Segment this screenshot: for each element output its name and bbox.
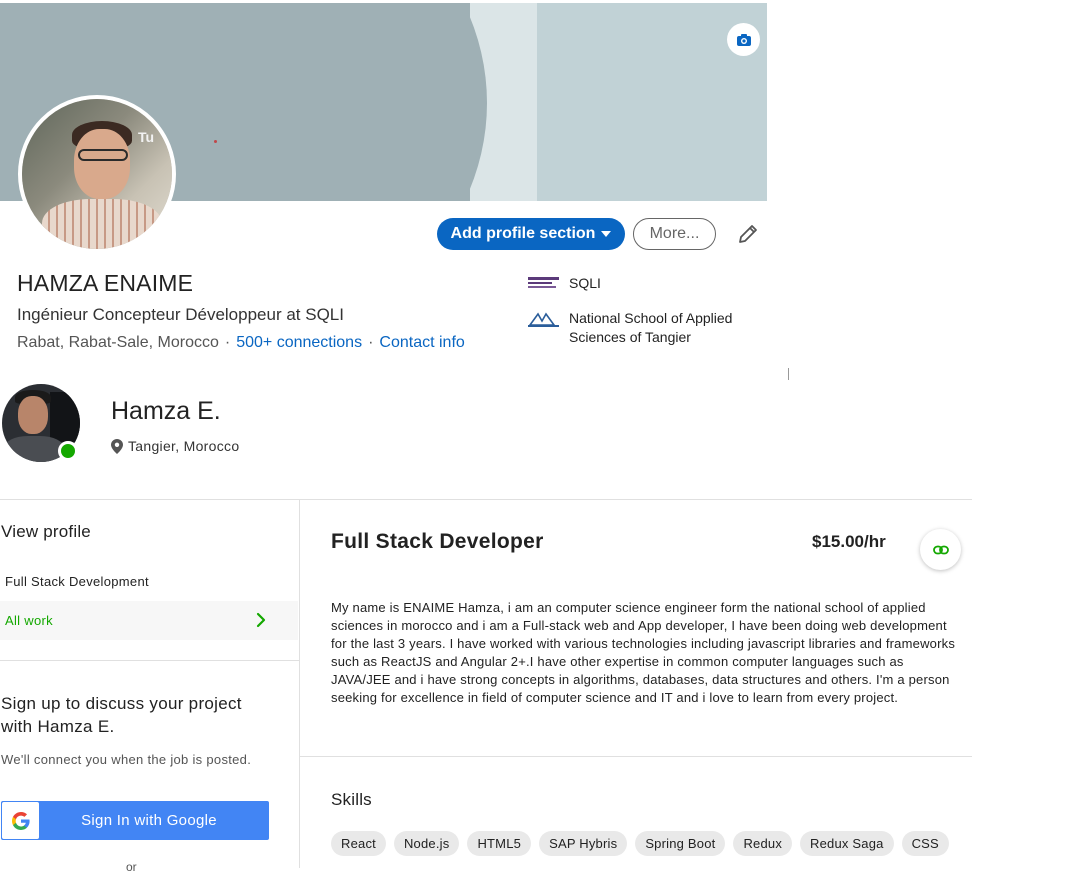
- add-profile-section-label: Add profile section: [450, 225, 596, 242]
- skill-badge[interactable]: Node.js: [393, 831, 460, 856]
- profile-location-line: Rabat, Rabat-Sale, Morocco · 500+ connecti…: [17, 334, 465, 351]
- profile-location: Rabat, Rabat-Sale, Morocco: [17, 334, 219, 351]
- divider: [300, 756, 972, 757]
- skill-badge[interactable]: CSS: [901, 831, 949, 856]
- skill-badge[interactable]: Redux Saga: [800, 831, 894, 856]
- more-button[interactable]: More...: [633, 218, 716, 250]
- org-school-name: National School of Applied Sciences of T…: [569, 310, 733, 345]
- more-label: More...: [649, 225, 700, 242]
- divider: [0, 660, 299, 661]
- edit-cover-button[interactable]: [727, 23, 760, 56]
- freelancer-name: Hamza E.: [111, 397, 221, 425]
- link-icon: [932, 545, 949, 554]
- profile-headline: Ingénieur Concepteur Développeur at SQLI: [17, 305, 344, 324]
- contact-info-link[interactable]: Contact info: [379, 334, 464, 351]
- pencil-icon[interactable]: [736, 222, 760, 246]
- avatar-sign-text: Tu: [138, 129, 155, 145]
- skill-badge[interactable]: Spring Boot: [635, 831, 726, 856]
- profile-title: Full Stack Developer: [331, 530, 544, 553]
- google-signin-label: Sign In with Google: [81, 812, 217, 829]
- profile-name: HAMZA ENAIME: [17, 270, 194, 296]
- view-profile-heading: View profile: [1, 522, 91, 541]
- column-divider: [299, 500, 300, 868]
- google-icon: [11, 811, 30, 830]
- signup-heading: Sign up to discuss your project with Ham…: [1, 694, 242, 736]
- connections-link[interactable]: 500+ connections: [236, 334, 362, 351]
- add-profile-section-button[interactable]: Add profile section: [437, 218, 625, 250]
- chevron-right-icon: [256, 612, 266, 628]
- skill-badge[interactable]: Redux: [733, 831, 793, 856]
- school-logo-icon: [528, 312, 559, 327]
- specialized-profile-item[interactable]: Full Stack Development: [5, 574, 149, 589]
- skill-badge[interactable]: React: [331, 831, 386, 856]
- location-pin-icon: [111, 438, 123, 454]
- copy-link-button[interactable]: [920, 529, 961, 570]
- all-work-item[interactable]: All work: [0, 601, 298, 640]
- cut-off-text: or: [126, 860, 137, 874]
- all-work-label: All work: [5, 613, 53, 628]
- org-sqli-name: SQLI: [569, 275, 601, 291]
- profile-avatar[interactable]: Tu: [18, 95, 176, 253]
- skill-badge[interactable]: HTML5: [467, 831, 532, 856]
- divider-mark: [788, 368, 789, 380]
- skills-heading: Skills: [331, 790, 372, 809]
- online-status-dot: [58, 441, 78, 461]
- google-signin-button[interactable]: Sign In with Google: [1, 801, 269, 840]
- freelancer-location: Tangier, Morocco: [128, 438, 240, 454]
- freelancer-location-line: Tangier, Morocco: [111, 438, 239, 454]
- signup-subtext: We'll connect you when the job is posted…: [1, 752, 252, 767]
- profile-overview: My name is ENAIME Hamza, i am an compute…: [331, 600, 956, 705]
- divider: [0, 499, 972, 500]
- skills-list: React Node.js HTML5 SAP Hybris Spring Bo…: [331, 831, 971, 856]
- caret-down-icon: [601, 231, 612, 237]
- hourly-rate: $15.00/hr: [812, 532, 886, 551]
- sqli-logo-icon: [528, 277, 559, 288]
- org-school[interactable]: National School of Applied Sciences of T…: [528, 309, 758, 347]
- camera-icon: [736, 33, 751, 46]
- skill-badge[interactable]: SAP Hybris: [539, 831, 628, 856]
- org-sqli[interactable]: SQLI: [528, 274, 601, 293]
